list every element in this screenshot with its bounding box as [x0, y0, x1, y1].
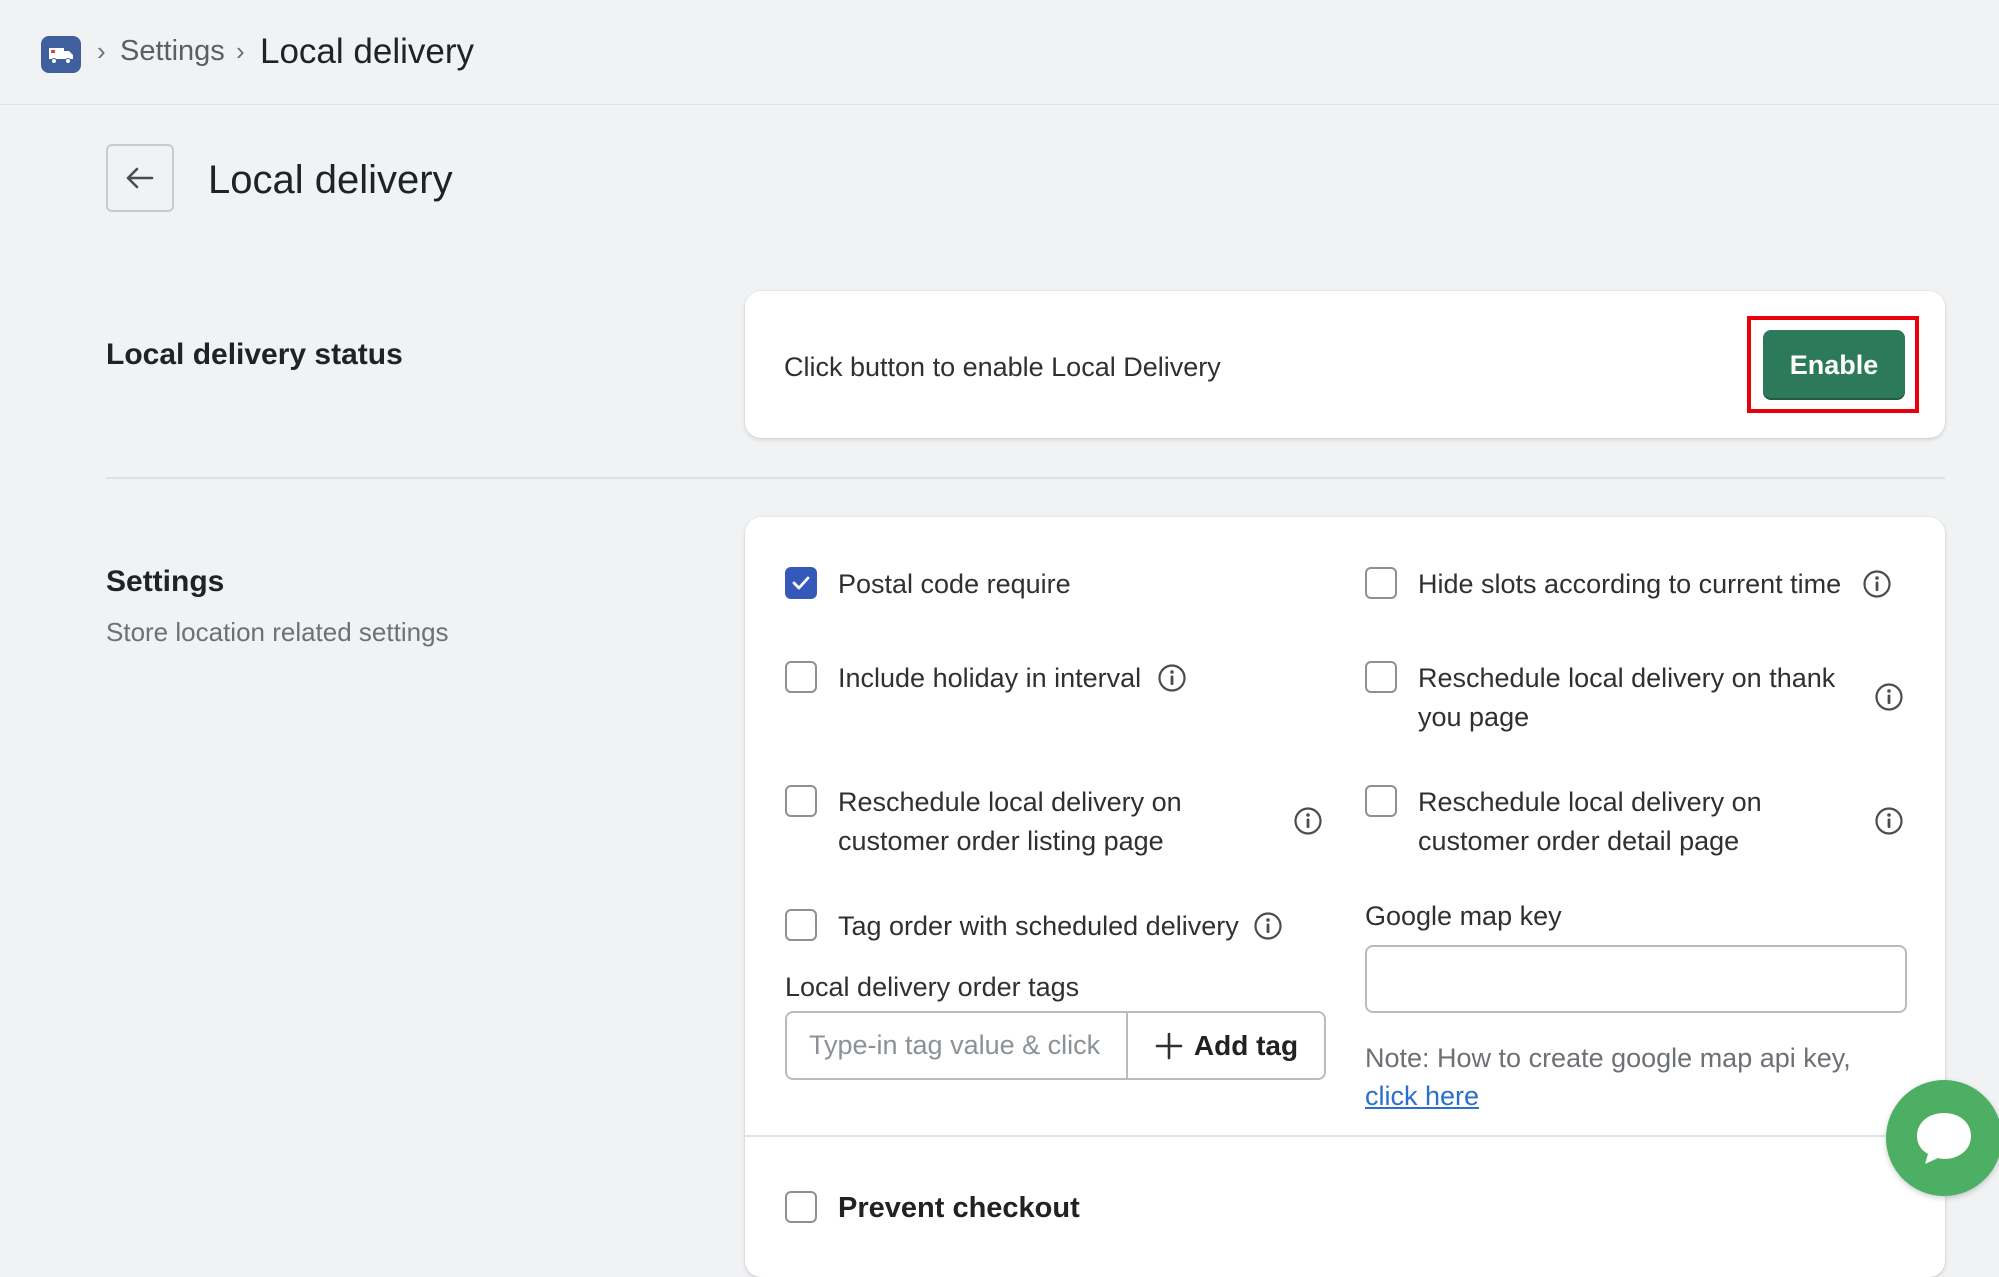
prevent-checkout-option[interactable]: Prevent checkout — [785, 1189, 1080, 1228]
chevron-right-icon: › — [97, 36, 106, 66]
add-tag-label: Add tag — [1193, 1029, 1299, 1061]
info-icon[interactable] — [1253, 911, 1283, 941]
hide-slots-option[interactable]: Hide slots according to current time — [1365, 565, 1865, 604]
holiday-option[interactable]: Include holiday in interval — [785, 659, 1205, 698]
top-bar: › Settings › Local delivery — [0, 0, 1999, 105]
order-detail-label: Reschedule local delivery on customer or… — [1418, 787, 1762, 856]
breadcrumb-current: Local delivery — [260, 32, 474, 71]
order-detail-option[interactable]: Reschedule local delivery on customer or… — [1365, 783, 1845, 861]
map-key-label: Google map key — [1365, 901, 1562, 931]
status-section-title: Local delivery status — [106, 338, 403, 371]
section-divider — [106, 477, 1945, 479]
order-tags-label: Local delivery order tags — [785, 972, 1080, 1002]
hide-slots-label: Hide slots according to current time — [1418, 569, 1842, 599]
status-card: Click button to enable Local Delivery En… — [745, 291, 1945, 438]
settings-section-title: Settings — [106, 565, 225, 598]
thank-you-label: Reschedule local delivery on thank you p… — [1418, 663, 1836, 732]
order-listing-option[interactable]: Reschedule local delivery on customer or… — [785, 783, 1265, 861]
tag-order-label: Tag order with scheduled delivery — [838, 911, 1239, 941]
settings-section-subtitle: Store location related settings — [106, 617, 449, 647]
postal-code-checkbox[interactable] — [785, 567, 817, 599]
map-key-input[interactable] — [1365, 945, 1907, 1013]
chat-button[interactable] — [1886, 1080, 1999, 1196]
chat-icon — [1917, 1113, 1971, 1164]
tag-input[interactable] — [785, 1011, 1126, 1080]
holiday-label: Include holiday in interval — [838, 663, 1142, 693]
postal-code-label: Postal code require — [838, 569, 1071, 599]
thank-you-option[interactable]: Reschedule local delivery on thank you p… — [1365, 659, 1845, 737]
chevron-right-icon: › — [236, 36, 245, 66]
info-icon[interactable] — [1157, 663, 1187, 693]
info-icon[interactable] — [1862, 569, 1892, 599]
tag-order-option[interactable]: Tag order with scheduled delivery — [785, 907, 1265, 946]
status-message: Click button to enable Local Delivery — [784, 352, 1221, 382]
order-listing-label: Reschedule local delivery on customer or… — [838, 787, 1182, 856]
holiday-checkbox[interactable] — [785, 661, 817, 693]
tag-order-checkbox[interactable] — [785, 909, 817, 941]
page-title: Local delivery — [208, 158, 453, 202]
info-icon[interactable] — [1874, 806, 1904, 836]
settings-card: Postal code require Hide slots according… — [745, 517, 1945, 1277]
map-key-note: Note: How to create google map api key, … — [1365, 1039, 1925, 1115]
info-icon[interactable] — [1874, 682, 1904, 712]
postal-code-option[interactable]: Postal code require — [785, 565, 1325, 604]
prevent-checkout-checkbox[interactable] — [785, 1191, 817, 1223]
plus-icon — [1155, 1032, 1183, 1059]
click-here-link[interactable]: click here — [1365, 1081, 1479, 1111]
card-divider — [745, 1135, 1945, 1137]
map-key-note-text: Note: How to create google map api key, — [1365, 1043, 1851, 1073]
order-detail-checkbox[interactable] — [1365, 785, 1397, 817]
arrow-left-icon — [126, 167, 154, 189]
order-listing-checkbox[interactable] — [785, 785, 817, 817]
enable-button[interactable]: Enable — [1763, 330, 1905, 400]
prevent-checkout-label: Prevent checkout — [838, 1192, 1080, 1224]
delivery-truck-icon[interactable] — [41, 36, 81, 73]
checkmark-icon — [792, 576, 810, 590]
hide-slots-checkbox[interactable] — [1365, 567, 1397, 599]
add-tag-button[interactable]: Add tag — [1126, 1011, 1326, 1080]
thank-you-checkbox[interactable] — [1365, 661, 1397, 693]
back-button[interactable] — [106, 144, 174, 212]
breadcrumb-settings[interactable]: Settings — [120, 35, 225, 68]
info-icon[interactable] — [1293, 806, 1323, 836]
